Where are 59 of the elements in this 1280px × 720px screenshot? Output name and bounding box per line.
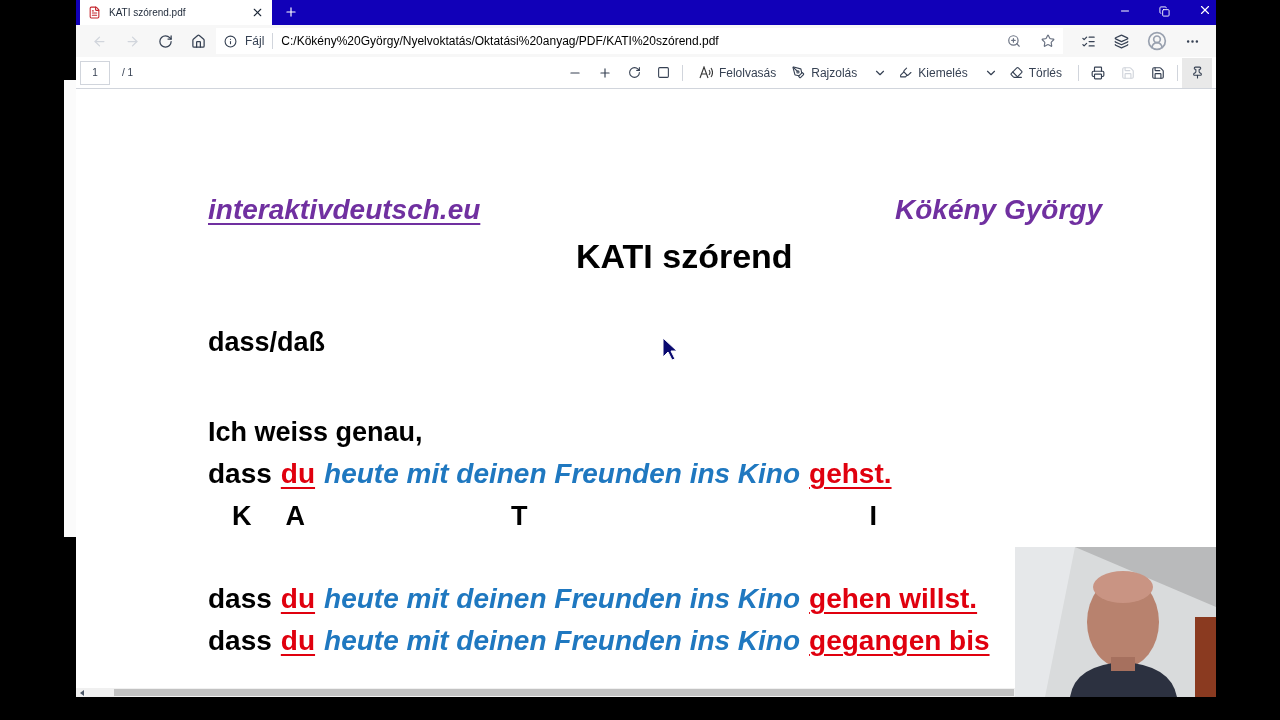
scroll-left-icon[interactable]: [80, 689, 84, 696]
url-text: C:/Kökény%20György/Nyelvoktatás/Oktatási%20anyag/PDF/KATI%20szórend.pdf: [281, 33, 720, 49]
close-tab-icon[interactable]: [251, 6, 264, 19]
horizontal-scrollbar[interactable]: [76, 688, 1015, 697]
address-field[interactable]: Fájl C:/Kökény%20György/Nyelvoktatás/Oktatási%20anyag/PDF/KATI%20szórend.pdf: [216, 28, 1063, 54]
pdf-icon: [88, 6, 101, 19]
clause-letter: T: [511, 500, 528, 533]
home-icon[interactable]: [191, 33, 206, 49]
erase-icon: [1009, 66, 1023, 79]
collections-icon[interactable]: [1114, 33, 1129, 49]
section-heading: dass/daß: [208, 325, 326, 359]
pin-button[interactable]: [1182, 57, 1212, 88]
sentence-word: du: [280, 624, 316, 658]
sentence-word: gegangen bis: [809, 624, 990, 658]
sentence-word: heute mit deinen Freunden ins Kino: [324, 624, 801, 658]
rotate-icon[interactable]: [627, 66, 641, 79]
zoom-in-icon[interactable]: [597, 65, 612, 80]
draw-icon: [792, 66, 806, 79]
favorites-icon[interactable]: [1081, 33, 1096, 49]
sentence-word: gehen willst.: [809, 582, 978, 616]
author-name: Kökény György: [895, 193, 1102, 227]
zoom-icon[interactable]: [1007, 34, 1021, 48]
toolbar-button[interactable]: Kiemelés: [891, 58, 976, 87]
toolbar-button[interactable]: Rajzolás: [784, 58, 866, 87]
scheme-label: Fájl: [245, 33, 265, 49]
new-tab-icon[interactable]: [284, 5, 298, 19]
website-link[interactable]: interaktivdeutsch.eu: [208, 189, 481, 231]
toolbar-button[interactable]: Felolvasás: [690, 58, 785, 87]
pin-icon: [1190, 66, 1204, 79]
favorite-icon[interactable]: [1041, 34, 1055, 48]
sentence-word: dass: [208, 582, 272, 616]
sentence-word: dass: [208, 624, 272, 658]
tab-title: KATI szórend.pdf: [109, 6, 187, 20]
reload-icon[interactable]: [158, 33, 173, 49]
sentence-word: dass: [208, 457, 272, 491]
scrollbar-thumb[interactable]: [114, 689, 1014, 696]
highlight-icon: [899, 66, 913, 79]
print-icon[interactable]: [1091, 65, 1105, 80]
sentence-word: heute mit deinen Freunden ins Kino: [324, 457, 801, 491]
page-number-field[interactable]: 1: [80, 60, 110, 85]
restore-icon[interactable]: [1159, 6, 1170, 17]
toolbar-button[interactable]: Törlés: [1001, 58, 1070, 87]
browser-tab[interactable]: KATI szórend.pdf: [80, 0, 272, 25]
sentence-word: du: [280, 457, 316, 491]
read-aloud-icon: [698, 66, 713, 79]
sentence-word: gehst.: [809, 457, 892, 491]
fit-page-icon[interactable]: [656, 66, 670, 79]
clause-letter: I: [869, 500, 877, 533]
document-title: KATI szórend: [576, 236, 793, 277]
clause-letter: A: [285, 500, 305, 533]
close-icon[interactable]: [1198, 3, 1212, 17]
intro-sentence: Ich weiss genau,: [208, 416, 423, 449]
clause-letter: K: [232, 500, 252, 533]
save-as-icon[interactable]: [1151, 65, 1165, 80]
sentence-word: heute mit deinen Freunden ins Kino: [324, 582, 801, 616]
mouse-cursor-icon: [662, 337, 678, 361]
page-count: / 1: [122, 66, 134, 80]
info-icon: [224, 34, 237, 48]
sentence-word: du: [280, 582, 316, 616]
